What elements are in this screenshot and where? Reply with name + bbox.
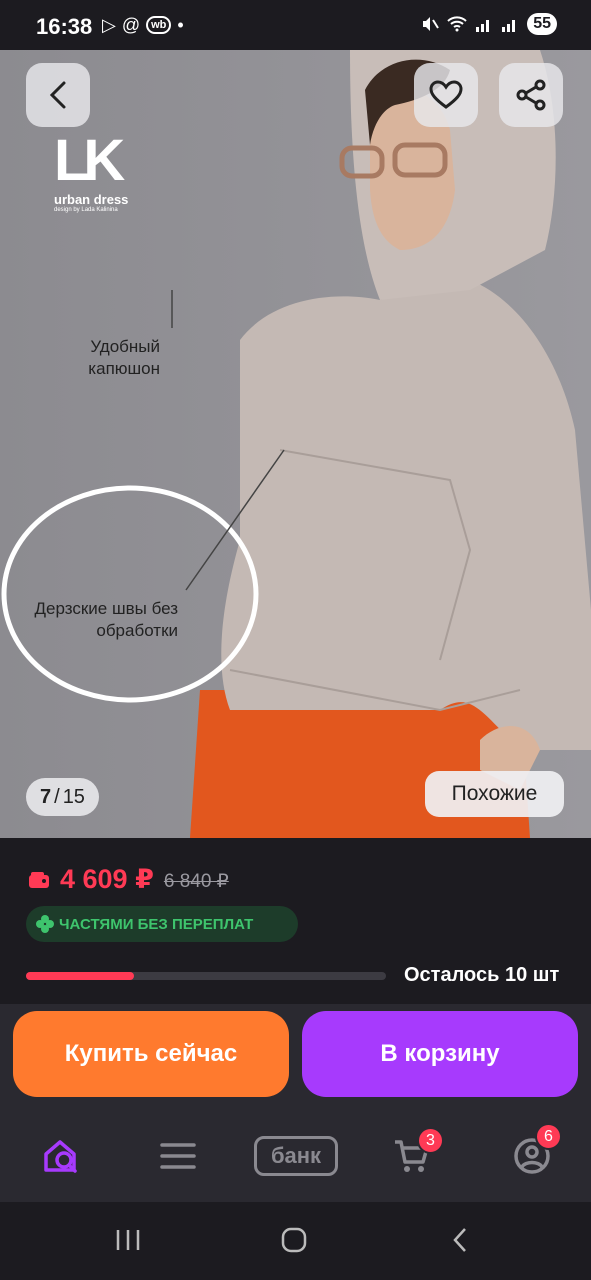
brand-tagline: design by Lada Kalinina (54, 207, 118, 213)
system-icons: 55 (421, 13, 557, 35)
at-icon: @ (121, 15, 141, 35)
old-price: 6 840 ₽ (163, 871, 229, 892)
current-price: 4 609 ₽ (60, 864, 154, 894)
installment-badge[interactable]: ЧАСТЯМИ БЕЗ ПЕРЕПЛАТ (26, 906, 298, 942)
share-button[interactable] (499, 63, 563, 127)
system-back-button[interactable] (440, 1222, 480, 1258)
wifi-icon (447, 16, 467, 32)
dot-icon: • (177, 15, 184, 35)
favorite-button[interactable] (414, 63, 478, 127)
heart-icon (429, 80, 463, 109)
installment-label: ЧАСТЯМИ БЕЗ ПЕРЕПЛАТ (59, 915, 254, 933)
search-home-icon (44, 1140, 77, 1173)
nav-home-search[interactable] (34, 1130, 90, 1182)
back-arrow-icon (453, 1228, 466, 1252)
play-icon: ▷ (102, 15, 116, 35)
similar-button[interactable]: Похожие (425, 771, 564, 817)
signal-icon-2 (502, 20, 516, 32)
back-button[interactable] (26, 63, 90, 127)
share-icon (516, 79, 546, 111)
wallet-icon (29, 871, 49, 888)
price-row: 4 609 ₽ 6 840 ₽ (28, 864, 229, 895)
counter-total: 15 (62, 785, 85, 808)
catalog-icon (160, 1143, 196, 1169)
counter-separator: / (54, 785, 60, 808)
callout-hood: Удобный капюшон (88, 337, 160, 378)
profile-badge: 6 (535, 1123, 562, 1150)
signal-icon (476, 20, 490, 32)
status-time: 16:38 (36, 14, 93, 39)
brand-name: urban dress (54, 192, 129, 207)
brand-logo: LK urban dress design by Lada Kalinina (54, 128, 154, 214)
callout-seams: Дерзские швы без обработки (34, 599, 178, 640)
product-image-gallery[interactable]: LK urban dress design by Lada Kalinina У… (0, 50, 591, 838)
chevron-left-icon (49, 81, 66, 109)
stock-remaining: Осталось 10 шт (404, 964, 560, 986)
stock-progress-fill (26, 972, 134, 980)
clover-icon (36, 915, 54, 933)
battery-indicator: 55 (527, 13, 557, 35)
stock-progress-bar (26, 972, 386, 980)
home-icon (281, 1227, 307, 1253)
recent-apps-icon (116, 1230, 140, 1250)
cart-badge: 3 (417, 1127, 444, 1154)
nav-catalog[interactable] (150, 1130, 206, 1182)
notification-icons: ▷ @ wb • (102, 15, 184, 35)
counter-current: 7 (40, 785, 52, 808)
brand-mark: LK (54, 128, 125, 193)
nav-bank[interactable]: банк (254, 1136, 338, 1176)
image-counter: 7 / 15 (26, 778, 99, 816)
wb-icon: wb (146, 16, 172, 34)
home-button[interactable] (274, 1222, 314, 1258)
add-to-cart-button[interactable]: В корзину (302, 1011, 578, 1097)
buy-now-button[interactable]: Купить сейчас (13, 1011, 289, 1097)
recent-apps-button[interactable] (108, 1222, 148, 1258)
status-bar: 16:38 ▷ @ wb • 55 (0, 0, 591, 50)
mute-icon (423, 17, 440, 31)
